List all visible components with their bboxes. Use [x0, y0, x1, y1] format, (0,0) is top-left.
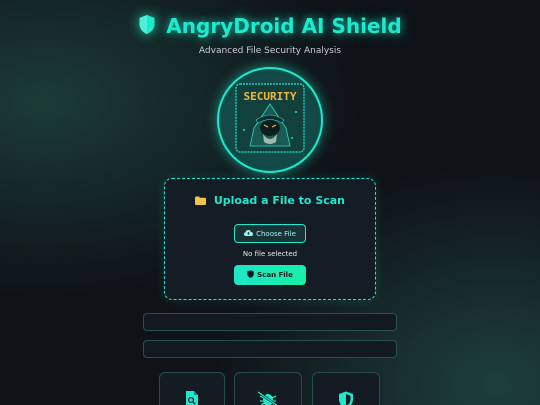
bug-slash-icon	[257, 391, 279, 405]
upload-panel[interactable]: Upload a File to Scan Choose File No fil…	[164, 178, 376, 300]
scan-file-button[interactable]: Scan File	[234, 265, 306, 285]
shield-icon	[247, 270, 254, 280]
hooded-hacker-icon: SECURITY	[235, 83, 305, 153]
feature-card-protection[interactable]	[312, 372, 380, 405]
page-title: AngryDroid AI Shield	[166, 14, 402, 38]
choose-file-label: Choose File	[256, 229, 296, 238]
cloud-upload-icon	[244, 229, 254, 238]
logo-inner: SECURITY	[223, 73, 317, 167]
upload-title: Upload a File to Scan	[165, 194, 375, 207]
folder-icon	[194, 194, 210, 207]
feature-card-malware[interactable]	[234, 372, 302, 405]
progress-bar	[143, 340, 397, 358]
page-header: AngryDroid AI Shield Advanced File Secur…	[0, 12, 540, 56]
title-row: AngryDroid AI Shield	[0, 12, 540, 40]
scan-file-label: Scan File	[257, 271, 293, 279]
shield-half-icon	[338, 391, 354, 405]
choose-file-button[interactable]: Choose File	[234, 224, 306, 243]
result-bar	[143, 313, 397, 331]
logo-badge-text: SECURITY	[244, 90, 297, 103]
feature-card-file-scan[interactable]	[159, 372, 225, 405]
security-logo: SECURITY	[217, 67, 323, 173]
upload-title-text: Upload a File to Scan	[213, 194, 346, 207]
file-search-icon	[185, 391, 199, 405]
file-status: No file selected	[242, 250, 298, 258]
page-subtitle: Advanced File Security Analysis	[198, 46, 342, 56]
shield-icon	[138, 14, 156, 39]
